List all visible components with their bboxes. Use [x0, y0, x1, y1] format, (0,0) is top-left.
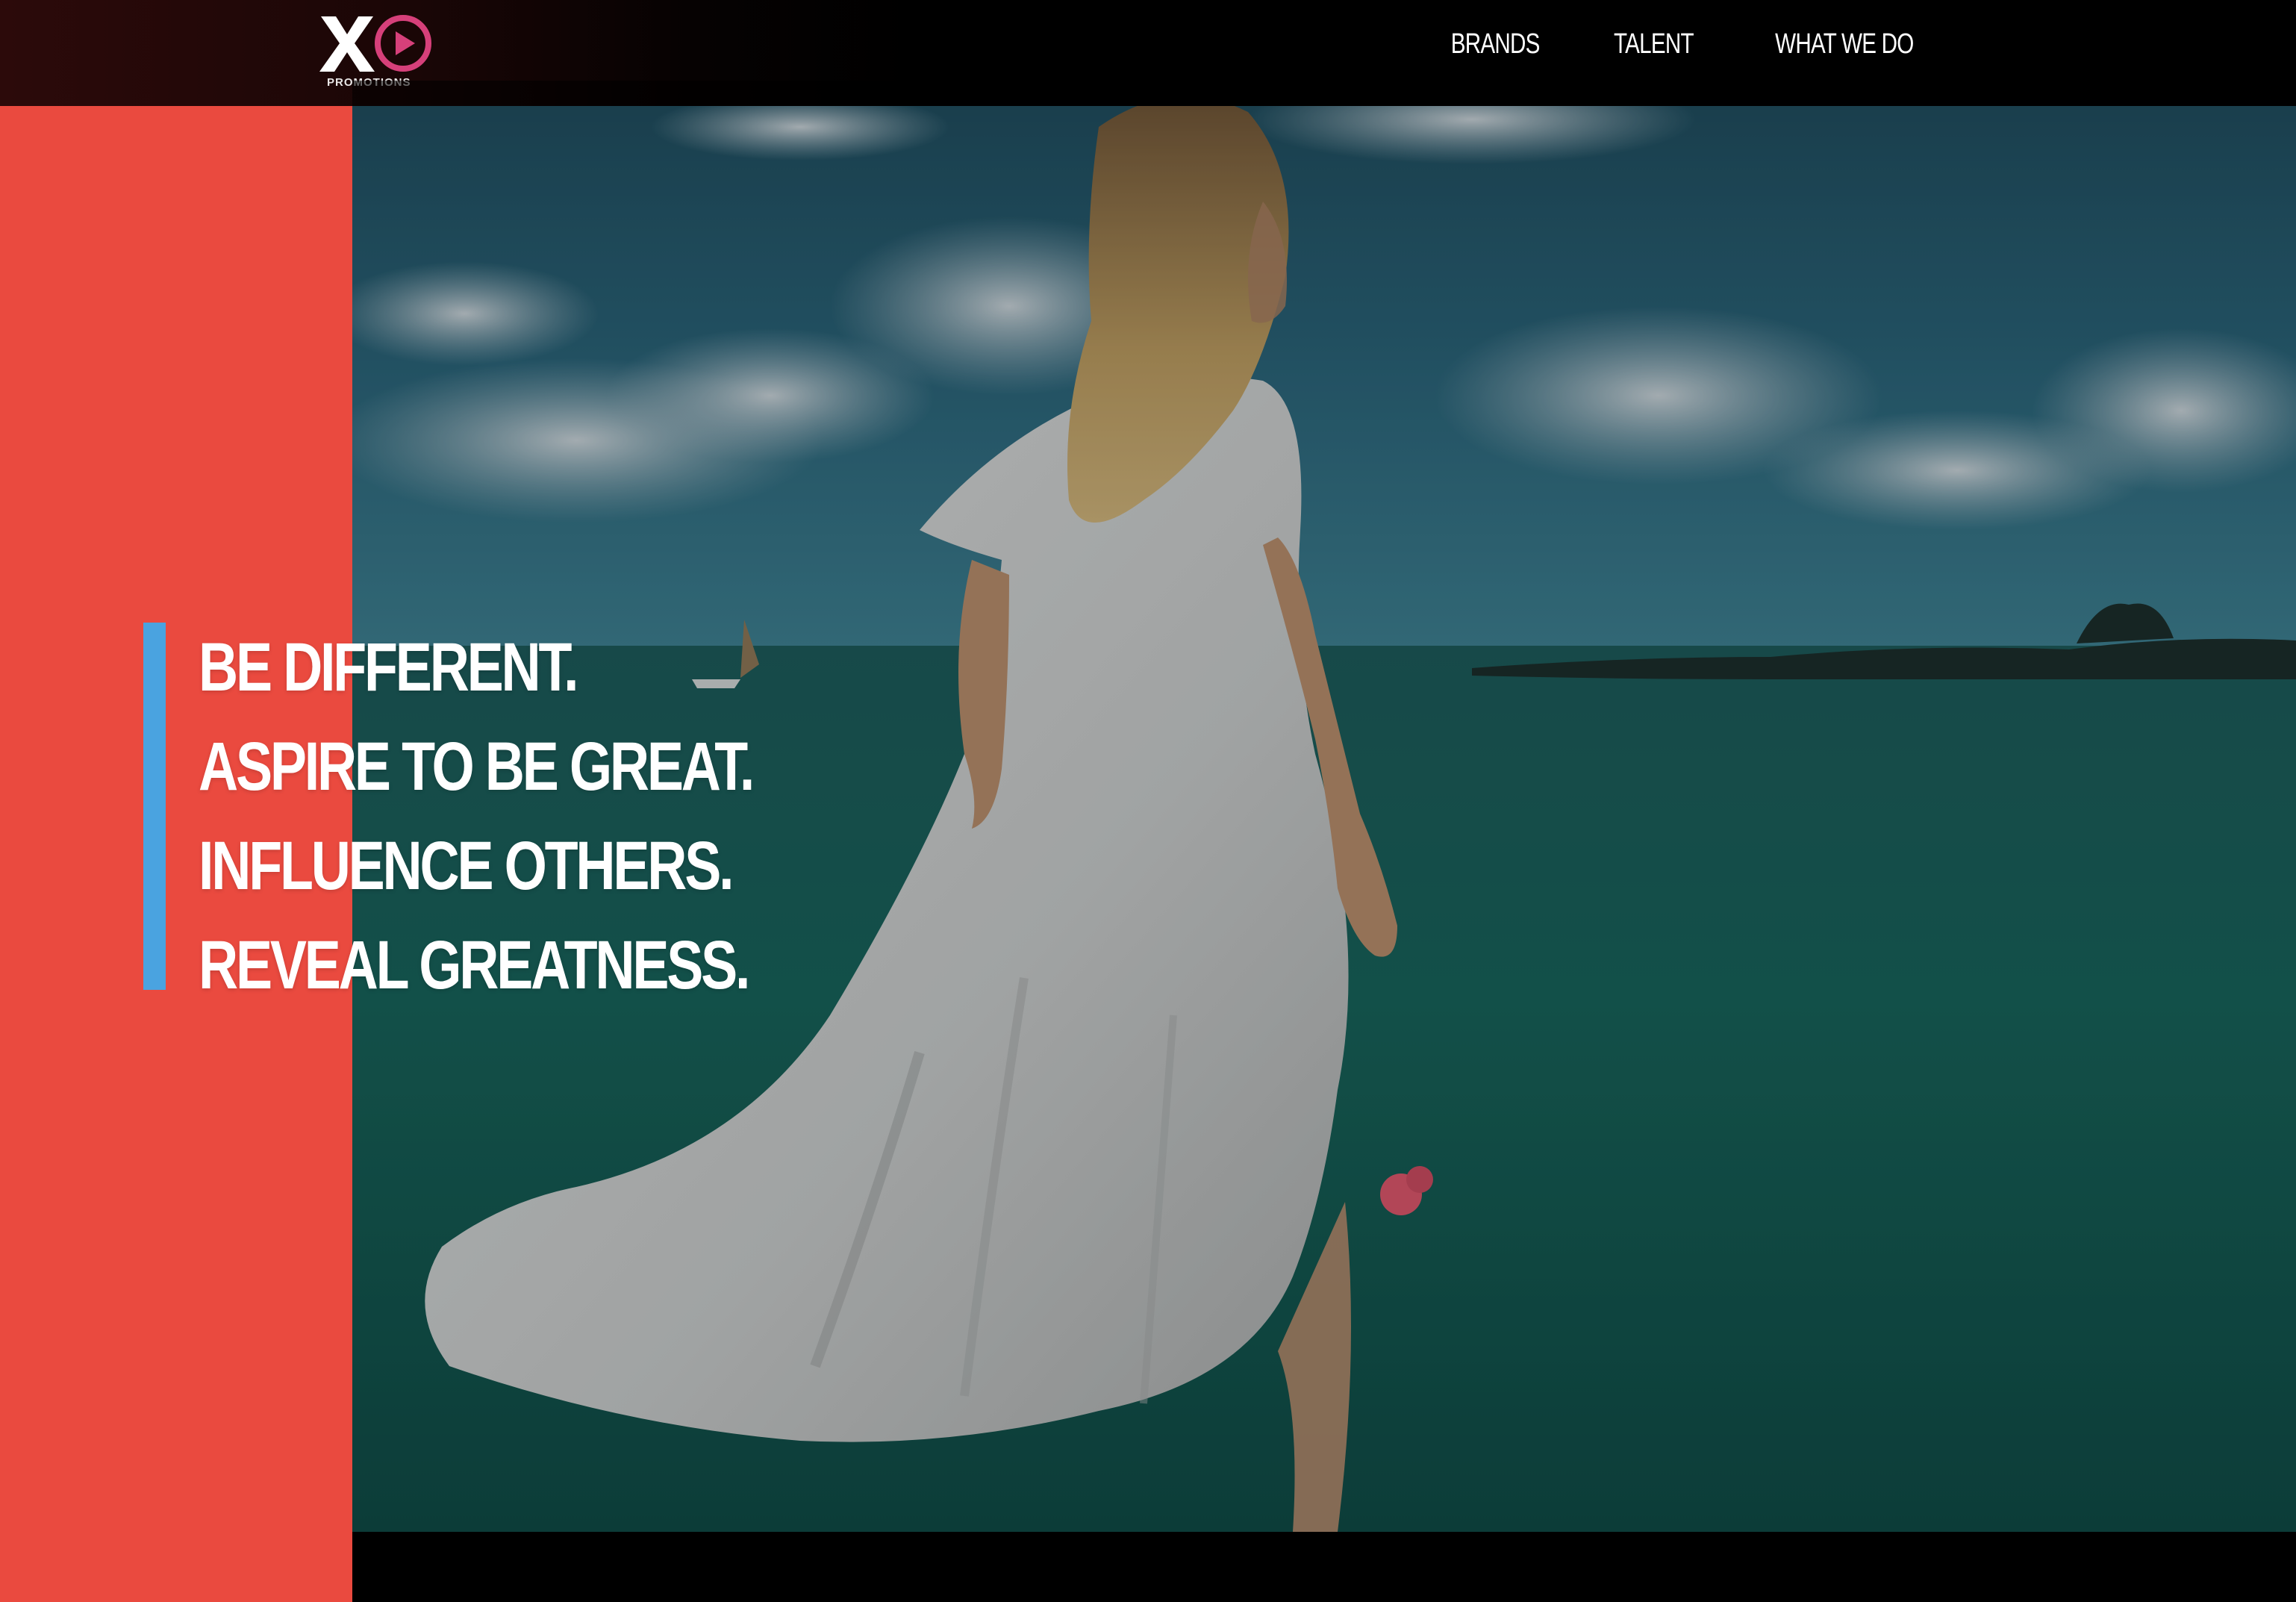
- tagline-line-3: INFLUENCE OTHERS.: [199, 828, 734, 904]
- tagline-line-2: ASPIRE TO BE GREAT.: [199, 729, 755, 805]
- main-nav: BRANDS TALENT WHAT WE DO: [1438, 28, 1933, 60]
- header-shadow: [352, 81, 2296, 106]
- logo-icon: [319, 15, 431, 72]
- video-bottom-bar: [352, 1532, 2296, 1602]
- nav-item-what-we-do[interactable]: WHAT WE DO: [1775, 28, 1914, 60]
- hero-tagline: BE DIFFERENT. ASPIRE TO BE GREAT. INFLUE…: [199, 618, 1020, 1015]
- nav-item-brands[interactable]: BRANDS: [1451, 28, 1541, 60]
- tagline-accent-bar: [143, 623, 166, 990]
- tagline-line-4: REVEAL GREATNESS.: [199, 927, 750, 1003]
- nav-item-talent[interactable]: TALENT: [1614, 28, 1694, 60]
- page: PROMOTIONS BRANDS TALENT WHAT WE DO BE D…: [0, 0, 2296, 1602]
- tagline-line-1: BE DIFFERENT.: [199, 629, 579, 705]
